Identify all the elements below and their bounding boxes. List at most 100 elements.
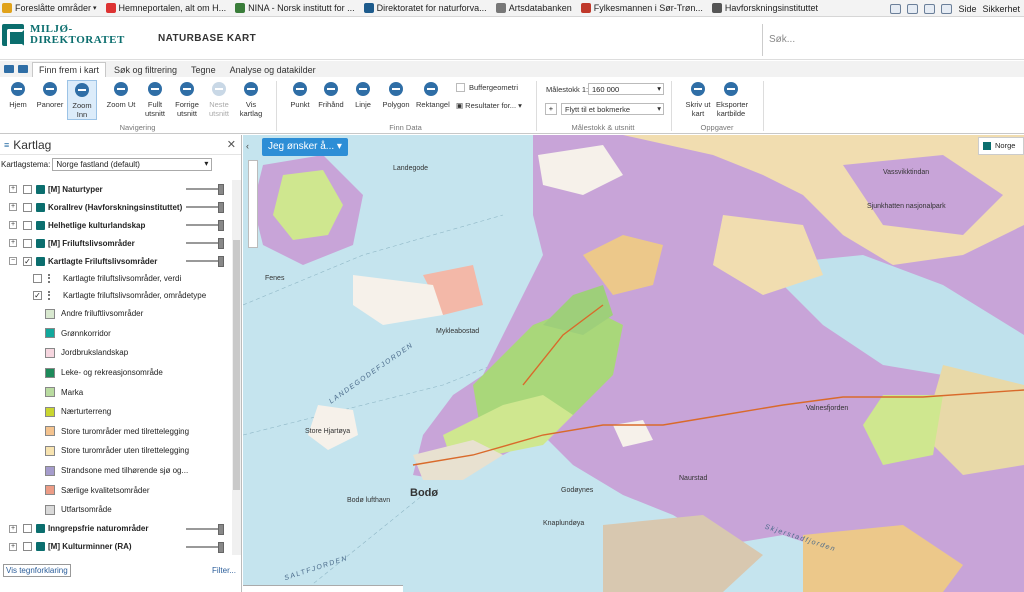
favorite-site-icon: [711, 3, 722, 13]
theme-label: Kartlagstema:: [1, 159, 51, 169]
tab-1[interactable]: Finn frem i kart: [32, 62, 107, 77]
favorite-link[interactable]: Hemneportalen, alt om H...: [104, 3, 226, 13]
basemap-switcher[interactable]: Norge: [978, 137, 1024, 155]
sublayer-checkbox[interactable]: ✓: [33, 291, 42, 300]
tab-4[interactable]: Analyse og datakilder: [224, 63, 322, 77]
layer-row[interactable]: + Inngrepsfrie naturområder: [0, 520, 232, 538]
legend-label: Utfartsområde: [61, 505, 112, 515]
i-want-to-button[interactable]: Jeg ønsker å... ▾: [262, 138, 348, 156]
layer-type-icon: [36, 238, 45, 248]
layer-row[interactable]: + [M] Friluftslivsområder: [0, 234, 232, 252]
sublayer-row[interactable]: ✓ Kartlagte friluftslivsområder, områdety…: [0, 287, 232, 304]
theme-select[interactable]: Norge fastland (default) ▾: [52, 157, 213, 171]
print-icon[interactable]: [941, 3, 953, 14]
polygon-button[interactable]: Polygon: [381, 80, 411, 109]
collapse-panel-icon[interactable]: ‹: [246, 141, 249, 151]
sublayer-row[interactable]: Kartlagte friluftslivsområder, verdi: [0, 270, 232, 287]
home-button[interactable]: Hjem: [3, 80, 33, 109]
buffer-checkbox[interactable]: [456, 83, 465, 92]
favorite-link[interactable]: Foreslåtte områder ▾: [0, 3, 97, 13]
legend-swatch: [45, 426, 55, 437]
map-view[interactable]: ‹ Jeg ønsker å... ▾ Norge Landegode Fenes…: [243, 135, 1024, 592]
feed-icon[interactable]: [907, 3, 919, 14]
print-button[interactable]: Skriv ut kart: [683, 80, 713, 118]
favorite-link[interactable]: NINA - Norsk institutt for ...: [233, 3, 355, 13]
filter-link[interactable]: Filter...: [212, 566, 236, 575]
search-input[interactable]: Søk...: [762, 24, 1024, 56]
layer-checkbox[interactable]: [23, 220, 32, 230]
rectangle-button[interactable]: Rektangel: [416, 80, 450, 109]
line-button[interactable]: Linje: [348, 80, 378, 109]
buffer-label: Buffergeometri: [469, 83, 519, 92]
results-label: Resultater for...: [465, 101, 517, 110]
layer-checkbox[interactable]: [23, 202, 32, 212]
sublayer-checkbox[interactable]: [33, 274, 42, 283]
favorite-link[interactable]: Fylkesmannen i Sør-Trøn...: [579, 3, 703, 13]
full-extent-button[interactable]: Fullt utsnitt: [140, 80, 170, 118]
layer-row[interactable]: − ✓ Kartlagte Friluftslivsområder: [0, 252, 232, 270]
mail-icon[interactable]: [924, 3, 936, 14]
layers-button[interactable]: Vis kartlag: [236, 80, 266, 118]
favorite-link[interactable]: Direktoratet for naturforva...: [362, 3, 487, 13]
point-button[interactable]: Punkt: [285, 80, 315, 109]
favorite-label: NINA - Norsk institutt for ...: [248, 3, 355, 13]
layer-checkbox[interactable]: [23, 542, 32, 552]
layer-checkbox[interactable]: [23, 184, 32, 194]
legend-swatch: [45, 485, 55, 496]
previous-extent-button[interactable]: Forrige utsnitt: [172, 80, 202, 118]
results-for-dropdown[interactable]: ▣ Resultater for... ▾: [456, 101, 522, 110]
save-icon[interactable]: [4, 65, 14, 73]
favorite-link[interactable]: Havforskningsinstituttet: [710, 3, 818, 13]
scale-input[interactable]: 160 000 ▾: [588, 83, 664, 95]
home-icon[interactable]: [890, 3, 902, 14]
chevron-down-icon: ▾: [204, 158, 209, 168]
layer-checkbox[interactable]: [23, 524, 32, 534]
layer-list-scrollbar[interactable]: [232, 180, 241, 555]
expand-toggle[interactable]: +: [9, 239, 17, 247]
scrollbar-thumb[interactable]: [233, 240, 240, 490]
favorite-link[interactable]: Artsdatabanken: [494, 3, 572, 13]
add-bookmark-button[interactable]: +: [545, 103, 557, 115]
export-button[interactable]: Eksporter kartbilde: [716, 80, 748, 118]
expand-toggle[interactable]: +: [9, 203, 17, 211]
legend-label: Store turområder med tilrettelegging: [61, 426, 190, 436]
browser-menu-side[interactable]: Side: [958, 4, 976, 14]
layer-label: [M] Naturtyper: [48, 184, 103, 194]
open-folder-icon[interactable]: [18, 65, 28, 73]
button-label: Hjem: [9, 100, 27, 109]
opacity-slider[interactable]: [186, 541, 224, 553]
miljodirektoratet-logo[interactable]: MILJØ- DIREKTORATET: [2, 24, 125, 47]
bookmark-select[interactable]: Flytt til et bokmerke ▾: [561, 103, 664, 115]
expand-toggle[interactable]: +: [9, 221, 17, 229]
opacity-slider[interactable]: [186, 184, 224, 195]
close-icon[interactable]: ✕: [227, 138, 236, 151]
pan-button[interactable]: Panorer: [35, 80, 65, 109]
opacity-slider[interactable]: [186, 256, 224, 267]
show-legend-button[interactable]: Vis tegnforklaring: [3, 563, 71, 577]
freehand-button[interactable]: Frihånd: [316, 80, 346, 109]
layer-row[interactable]: + [M] Naturtyper: [0, 180, 232, 198]
opacity-slider[interactable]: [186, 202, 224, 213]
opacity-slider[interactable]: [186, 238, 224, 249]
tab-2[interactable]: Søk og filtrering: [108, 63, 183, 77]
expand-toggle[interactable]: +: [9, 185, 17, 193]
tab-3[interactable]: Tegne: [185, 63, 222, 77]
layer-row[interactable]: + Korallrev (Havforskningsinstituttet): [0, 198, 232, 216]
layer-checkbox[interactable]: ✓: [23, 256, 32, 266]
zoom-in-button[interactable]: Zoom Inn: [67, 80, 97, 120]
browser-menu-sikkerhet[interactable]: Sikkerhet: [982, 4, 1020, 14]
layer-row[interactable]: + Helhetlige kulturlandskap: [0, 216, 232, 234]
layer-label: Inngrepsfrie naturområder: [48, 524, 149, 534]
zoom-out-button[interactable]: Zoom Ut: [106, 80, 136, 109]
expand-toggle[interactable]: +: [9, 542, 17, 551]
layer-row[interactable]: + [M] Kulturminner (RA): [0, 538, 232, 555]
legend-item: Store turområder med tilrettelegging: [0, 422, 232, 442]
expand-toggle[interactable]: +: [9, 524, 17, 533]
opacity-slider[interactable]: [186, 220, 224, 231]
next-extent-button[interactable]: Neste utsnitt: [204, 80, 234, 118]
zoom-slider[interactable]: [248, 160, 258, 248]
layer-checkbox[interactable]: [23, 238, 32, 248]
expand-toggle[interactable]: −: [9, 257, 17, 265]
favorite-site-icon: [495, 3, 506, 13]
opacity-slider[interactable]: [186, 523, 224, 535]
